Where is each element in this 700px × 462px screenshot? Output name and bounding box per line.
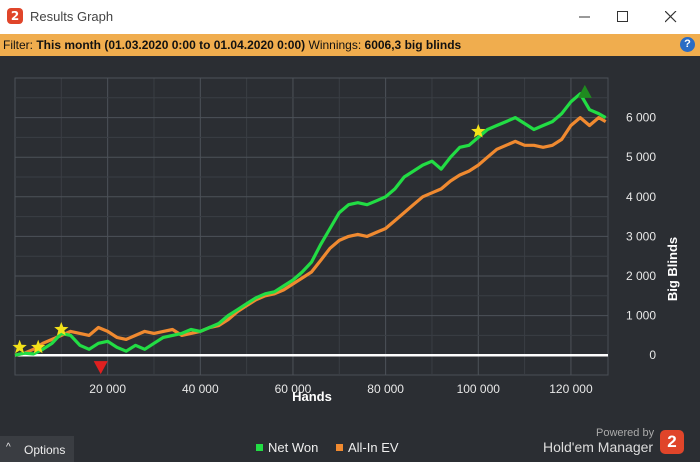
filter-label: Filter:: [3, 38, 33, 52]
legend-swatch-net-won: [256, 444, 263, 451]
powered-by-text: Powered by: [596, 427, 655, 439]
y-tick-label: 6 000: [626, 111, 656, 125]
legend-label-net-won: Net Won: [268, 440, 319, 455]
brand-name: Hold'em Manager: [543, 439, 654, 455]
x-tick-label: 20 000: [89, 382, 126, 396]
winnings-label: Winnings:: [308, 38, 362, 52]
x-tick-label: 80 000: [367, 382, 404, 396]
close-button[interactable]: [648, 0, 694, 34]
y-tick-label: 1 000: [626, 309, 656, 323]
x-tick-label: 100 000: [457, 382, 501, 396]
y-tick-label: 5 000: [626, 150, 656, 164]
legend: Net Won All-In EV: [256, 440, 413, 455]
filter-value: This month (01.03.2020 0:00 to 01.04.202…: [36, 38, 306, 52]
help-icon[interactable]: ?: [680, 37, 695, 52]
legend-item-all-in-ev[interactable]: All-In EV: [335, 440, 399, 455]
maximize-button[interactable]: [600, 0, 646, 34]
legend-label-all-in-ev: All-In EV: [347, 440, 399, 455]
options-button[interactable]: ^ Options: [0, 436, 74, 462]
minimize-icon: [579, 16, 590, 18]
x-tick-label: 120 000: [549, 382, 593, 396]
chevron-up-icon: ^: [6, 442, 11, 453]
y-tick-label: 3 000: [626, 229, 656, 243]
window-titlebar: 2 Results Graph: [0, 0, 700, 34]
filter-text: Filter: This month (01.03.2020 0:00 to 0…: [3, 38, 461, 52]
legend-swatch-all-in-ev: [335, 444, 343, 451]
x-axis-ticks: 20 000 40 000 60 000 80 000 100 000 120 000: [89, 382, 593, 396]
results-graph: 20 000 40 000 60 000 80 000 100 000 120 000 0…: [12, 77, 680, 404]
y-tick-label: 4 000: [626, 190, 656, 204]
y-tick-label: 0: [649, 348, 656, 362]
y-axis-ticks: 0 1 000 2 000 3 000 4 000 5 000 6 000: [626, 111, 656, 363]
window-title: Results Graph: [30, 9, 114, 24]
close-icon: [665, 11, 677, 23]
filter-bar: Filter: This month (01.03.2020 0:00 to 0…: [0, 34, 700, 56]
app-logo-icon: 2: [7, 8, 23, 24]
brand-logo-icon: 2: [660, 430, 684, 454]
maximize-icon: [617, 11, 628, 22]
options-label: Options: [24, 443, 66, 457]
y-tick-label: 2 000: [626, 269, 656, 283]
x-axis-label: Hands: [292, 389, 332, 404]
y-axis-label: Big Blinds: [665, 237, 680, 301]
winnings-value: 6006,3 big blinds: [364, 38, 462, 52]
legend-item-net-won[interactable]: Net Won: [256, 440, 318, 455]
x-tick-label: 40 000: [182, 382, 219, 396]
